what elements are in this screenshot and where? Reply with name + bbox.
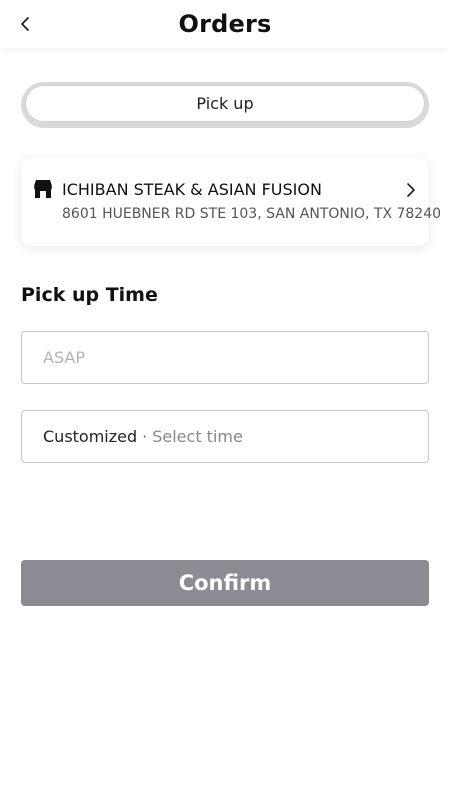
chevron-left-icon bbox=[21, 17, 29, 31]
back-button[interactable] bbox=[14, 12, 36, 36]
store-address: 8601 HUEBNER RD STE 103, SAN ANTONIO, TX… bbox=[62, 206, 442, 222]
select-time-hint: Select time bbox=[152, 427, 243, 446]
store-icon bbox=[34, 180, 52, 198]
store-card[interactable]: ICHIBAN STEAK & ASIAN FUSION 8601 HUEBNE… bbox=[21, 158, 441, 246]
top-bar: Orders bbox=[0, 0, 450, 48]
asap-label: ASAP bbox=[43, 348, 85, 367]
store-name: ICHIBAN STEAK & ASIAN FUSION bbox=[62, 180, 322, 199]
pickup-time-heading: Pick up Time bbox=[21, 284, 158, 306]
customized-time-option[interactable]: Customized · Select time bbox=[21, 410, 429, 463]
chevron-right-icon bbox=[407, 183, 415, 197]
confirm-button[interactable]: Confirm bbox=[21, 560, 429, 606]
page-title: Orders bbox=[178, 10, 272, 38]
order-mode-toggle: Pick up bbox=[21, 82, 429, 128]
pickup-option[interactable]: Pick up bbox=[25, 85, 425, 122]
asap-time-option[interactable]: ASAP bbox=[21, 331, 429, 384]
separator-dot: · bbox=[142, 427, 148, 446]
customized-label: Customized bbox=[43, 427, 138, 446]
